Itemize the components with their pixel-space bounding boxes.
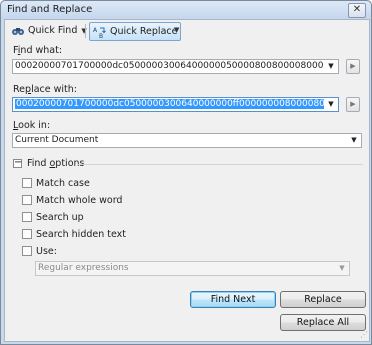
find-expression-builder-button[interactable]: ▶ xyxy=(346,59,360,74)
look-in-select[interactable]: Current Document ▼ xyxy=(12,133,362,148)
use-checkbox[interactable]: Use: xyxy=(22,245,57,257)
checkbox-box[interactable] xyxy=(22,246,32,256)
chevron-down-icon[interactable]: ▼ xyxy=(174,26,179,34)
find-replace-window: Find and Replace ✕ Quick Find ▼ xyxy=(0,0,372,345)
play-arrow-icon: ▶ xyxy=(350,100,356,108)
toolbar: Quick Find ▼ A B Quick Replace ▼ xyxy=(7,21,367,41)
replace-button[interactable]: Replace xyxy=(280,291,366,308)
use-value: Regular expressions xyxy=(38,263,129,273)
replace-expression-builder-button[interactable]: ▶ xyxy=(346,97,360,112)
resize-grip-icon[interactable]: ⋰ xyxy=(360,330,368,339)
checkbox-box[interactable] xyxy=(22,195,32,205)
search-hidden-text-checkbox[interactable]: Search hidden text xyxy=(22,228,126,240)
checkbox-box[interactable] xyxy=(22,229,32,239)
minus-icon: − xyxy=(14,157,23,168)
quick-replace-button[interactable]: A B Quick Replace xyxy=(89,22,182,41)
quick-replace-label: Quick Replace xyxy=(110,26,178,37)
search-up-checkbox[interactable]: Search up xyxy=(22,211,84,223)
match-case-checkbox[interactable]: Match case xyxy=(22,177,90,189)
close-button[interactable]: ✕ xyxy=(348,3,366,18)
replace-with-value: 00020000701700000dc0500000300640000000ff… xyxy=(15,99,338,109)
find-what-label: Find what: xyxy=(13,45,63,56)
svg-text:A: A xyxy=(93,27,98,34)
replace-with-label: Replace with: xyxy=(13,84,77,95)
close-icon: ✕ xyxy=(352,4,362,15)
quick-find-label: Quick Find xyxy=(28,25,78,36)
replace-icon: A B xyxy=(93,26,107,40)
find-options-divider xyxy=(78,164,363,165)
chevron-down-icon[interactable]: ▼ xyxy=(324,60,338,73)
look-in-label: Look in: xyxy=(13,120,51,131)
title-bar[interactable]: Find and Replace ✕ xyxy=(1,1,371,19)
chevron-down-icon[interactable]: ▼ xyxy=(347,134,361,147)
chevron-down-icon: ▼ xyxy=(335,262,349,275)
find-next-button[interactable]: Find Next xyxy=(190,291,276,308)
binoculars-icon xyxy=(11,25,25,37)
dialog-client: Quick Find ▼ A B Quick Replace ▼ Find xyxy=(4,19,370,342)
svg-text:B: B xyxy=(99,33,103,38)
find-options-label: Find options xyxy=(27,158,85,169)
quick-find-button[interactable]: Quick Find ▼ xyxy=(8,22,90,39)
match-whole-word-checkbox[interactable]: Match whole word xyxy=(22,194,122,206)
use-select: Regular expressions ▼ xyxy=(35,261,350,276)
find-options-collapse-toggle[interactable]: − xyxy=(13,157,23,168)
toolbar-separator xyxy=(85,24,86,38)
find-what-value: 00020000701700000dc050000030064000000500… xyxy=(15,61,338,71)
find-what-combobox[interactable]: 00020000701700000dc050000030064000000500… xyxy=(12,59,339,74)
checkbox-box[interactable] xyxy=(22,212,32,222)
replace-with-combobox[interactable]: 00020000701700000dc0500000300640000000ff… xyxy=(12,97,339,112)
checkbox-box[interactable] xyxy=(22,178,32,188)
look-in-value: Current Document xyxy=(15,135,99,145)
play-arrow-icon: ▶ xyxy=(350,62,356,70)
chevron-down-icon[interactable]: ▼ xyxy=(324,98,338,111)
window-title: Find and Replace xyxy=(7,4,93,15)
replace-all-button[interactable]: Replace All xyxy=(280,314,366,331)
